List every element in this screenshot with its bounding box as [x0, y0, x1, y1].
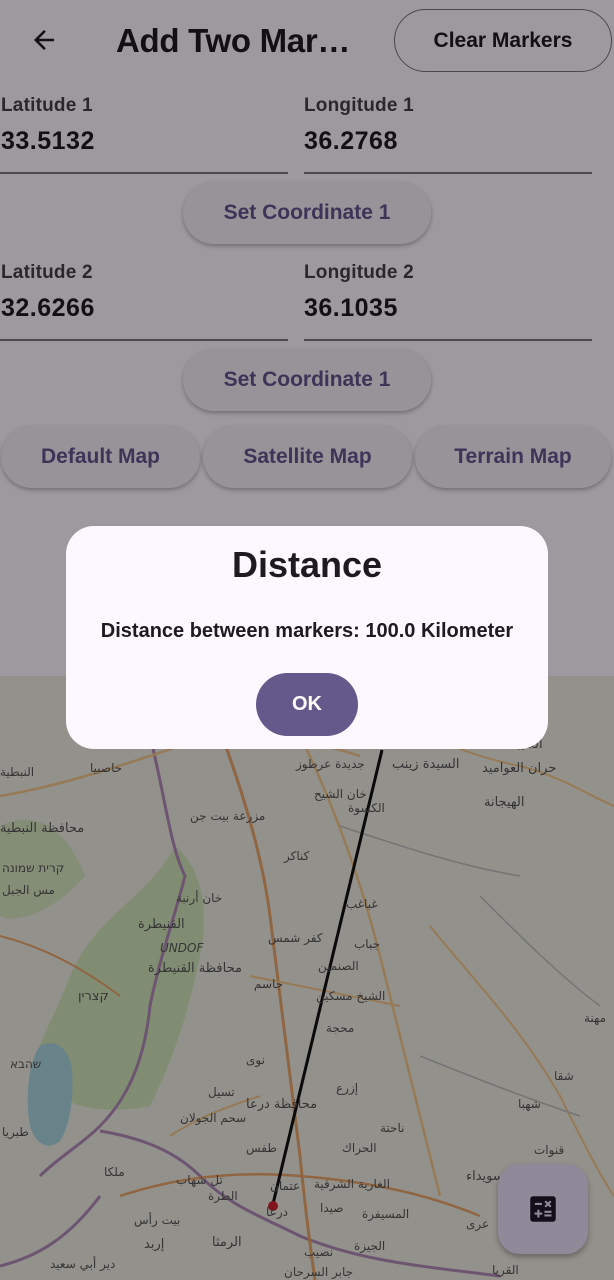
- dialog-title: Distance: [231, 544, 383, 585]
- distance-dialog: Distance Distance between markers: 100.0…: [66, 526, 548, 749]
- dialog-message: Distance between markers: 100.0 Kilomete…: [100, 620, 514, 642]
- ok-button[interactable]: OK: [256, 673, 358, 736]
